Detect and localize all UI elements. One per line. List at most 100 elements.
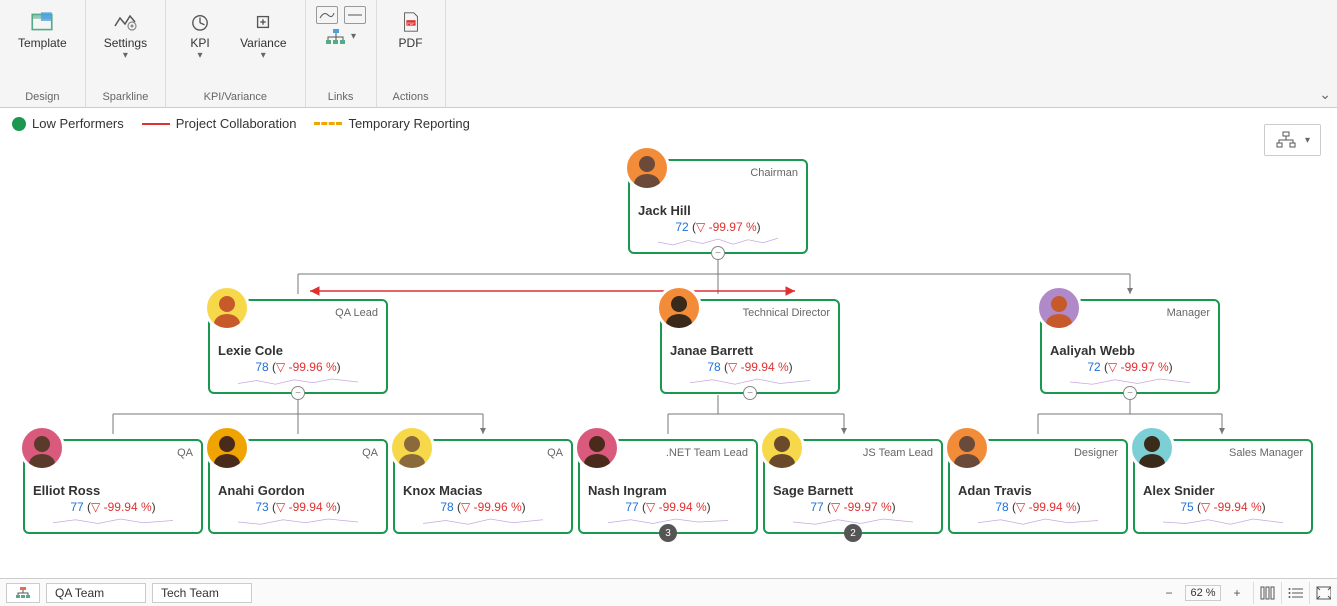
variance-value: -99.94 % <box>1029 500 1077 514</box>
legend-dashed-icon <box>314 122 342 125</box>
kpi-value: 77 <box>70 500 83 514</box>
pdf-label: PDF <box>399 36 423 50</box>
legend: Low Performers Project Collaboration Tem… <box>0 108 1337 139</box>
down-triangle-icon: ▽ <box>831 500 840 514</box>
node-jack-hill[interactable]: Chairman Jack Hill 72 (▽ -99.97 %) − <box>628 159 808 254</box>
node-sage-barnett[interactable]: JS Team Lead Sage Barnett 77 (▽ -99.97 %… <box>763 439 943 534</box>
settings-button[interactable]: Settings ▾ <box>96 6 155 65</box>
metric: 78 (▽ -99.96 %) <box>403 500 563 514</box>
metric: 78 (▽ -99.94 %) <box>958 500 1118 514</box>
node-aaliyah-webb[interactable]: Manager Aaliyah Webb 72 (▽ -99.97 %) − <box>1040 299 1220 394</box>
avatar <box>656 285 702 331</box>
node-elliot-ross[interactable]: QA Elliot Ross 77 (▽ -99.94 %) <box>23 439 203 534</box>
node-janae-barrett[interactable]: Technical Director Janae Barrett 78 (▽ -… <box>660 299 840 394</box>
collapse-toggle[interactable]: − <box>711 246 725 260</box>
svg-text:PDF: PDF <box>407 22 415 26</box>
node-anahi-gordon[interactable]: QA Anahi Gordon 73 (▽ -99.94 %) <box>208 439 388 534</box>
group-label-kpivar: KPI/Variance <box>204 87 267 105</box>
name-label: Knox Macias <box>403 483 563 498</box>
variance-button[interactable]: Variance ▾ <box>232 6 294 65</box>
down-triangle-icon: ▽ <box>728 360 737 374</box>
role-label: QA <box>177 447 193 459</box>
name-label: Adan Travis <box>958 483 1118 498</box>
name-label: Alex Snider <box>1143 483 1303 498</box>
variance-value: -99.94 % <box>659 500 707 514</box>
legend-label: Low Performers <box>32 116 124 131</box>
org-chart: Chairman Jack Hill 72 (▽ -99.97 %) − QA … <box>0 139 1337 569</box>
down-triangle-icon: ▽ <box>461 500 470 514</box>
ribbon-group-sparkline: Settings ▾ Sparkline <box>86 0 166 107</box>
template-button[interactable]: Template <box>10 6 75 54</box>
collapse-toggle[interactable]: − <box>743 386 757 400</box>
variance-value: -99.94 % <box>1214 500 1262 514</box>
template-label: Template <box>18 36 67 50</box>
node-lexie-cole[interactable]: QA Lead Lexie Cole 78 (▽ -99.96 %) − <box>208 299 388 394</box>
down-triangle-icon: ▽ <box>1016 500 1025 514</box>
legend-line-icon <box>142 123 170 125</box>
kpi-value: 75 <box>1180 500 1193 514</box>
ribbon-group-kpi-variance: KPI ▾ Variance ▾ KPI/Variance <box>166 0 305 107</box>
collapse-toggle[interactable]: − <box>291 386 305 400</box>
variance-value: -99.96 % <box>474 500 522 514</box>
chevron-down-icon: ▾ <box>261 50 266 61</box>
node-alex-snider[interactable]: Sales Manager Alex Snider 75 (▽ -99.94 %… <box>1133 439 1313 534</box>
sparkline <box>218 516 378 528</box>
group-label-design: Design <box>25 87 59 105</box>
metric: 77 (▽ -99.97 %) <box>773 500 933 514</box>
node-adan-travis[interactable]: Designer Adan Travis 78 (▽ -99.94 %) <box>948 439 1128 534</box>
node-knox-macias[interactable]: QA Knox Macias 78 (▽ -99.96 %) <box>393 439 573 534</box>
metric: 72 (▽ -99.97 %) <box>1050 360 1210 374</box>
zoom-out-button[interactable]: − <box>1159 583 1179 603</box>
column-view-icon[interactable] <box>1253 582 1275 604</box>
variance-value: -99.94 % <box>741 360 789 374</box>
legend-temporary-reporting: Temporary Reporting <box>314 116 469 131</box>
kpi-value: 78 <box>440 500 453 514</box>
kpi-value: 77 <box>625 500 638 514</box>
group-label-actions: Actions <box>393 87 429 105</box>
chevron-down-icon: ▾ <box>123 50 128 61</box>
name-label: Janae Barrett <box>670 343 830 358</box>
fullscreen-icon[interactable] <box>1309 582 1331 604</box>
footer-bar: QA Team Tech Team − 62 % + <box>0 578 1337 606</box>
variance-value: -99.97 % <box>709 220 757 234</box>
link-style-solid[interactable] <box>316 6 338 24</box>
avatar <box>204 425 250 471</box>
name-label: Lexie Cole <box>218 343 378 358</box>
group-label-sparkline: Sparkline <box>102 87 148 105</box>
sheet-icon-tab[interactable] <box>6 583 40 603</box>
collapse-ribbon-button[interactable]: ⌄ <box>1319 86 1331 103</box>
kpi-value: 73 <box>255 500 268 514</box>
avatar <box>204 285 250 331</box>
link-structure-icon[interactable]: ▾ <box>325 28 356 46</box>
zoom-value[interactable]: 62 % <box>1185 585 1221 601</box>
metric: 73 (▽ -99.94 %) <box>218 500 378 514</box>
sparkline <box>403 516 563 528</box>
pdf-button[interactable]: PDF PDF <box>387 6 435 54</box>
tab-qa-team[interactable]: QA Team <box>46 583 146 603</box>
link-style-straight[interactable] <box>344 6 366 24</box>
avatar <box>1036 285 1082 331</box>
kpi-value: 72 <box>1087 360 1100 374</box>
variance-label: Variance <box>240 36 286 50</box>
metric: 78 (▽ -99.96 %) <box>218 360 378 374</box>
legend-low-performers: Low Performers <box>12 116 124 131</box>
role-label: QA Lead <box>335 307 378 319</box>
collapse-toggle[interactable]: − <box>1123 386 1137 400</box>
node-nash-ingram[interactable]: .NET Team Lead Nash Ingram 77 (▽ -99.94 … <box>578 439 758 534</box>
child-count-badge[interactable]: 2 <box>844 524 862 542</box>
avatar <box>944 425 990 471</box>
kpi-value: 72 <box>675 220 688 234</box>
kpi-button[interactable]: KPI ▾ <box>176 6 224 65</box>
role-label: .NET Team Lead <box>666 447 748 459</box>
group-label-links: Links <box>328 87 354 105</box>
ribbon-group-design: Template Design <box>0 0 86 107</box>
ribbon-group-actions: PDF PDF Actions <box>377 0 446 107</box>
avatar <box>759 425 805 471</box>
tab-tech-team[interactable]: Tech Team <box>152 583 252 603</box>
role-label: Manager <box>1167 307 1210 319</box>
child-count-badge[interactable]: 3 <box>659 524 677 542</box>
zoom-in-button[interactable]: + <box>1227 583 1247 603</box>
list-view-icon[interactable] <box>1281 582 1303 604</box>
variance-value: -99.96 % <box>289 360 337 374</box>
metric: 75 (▽ -99.94 %) <box>1143 500 1303 514</box>
